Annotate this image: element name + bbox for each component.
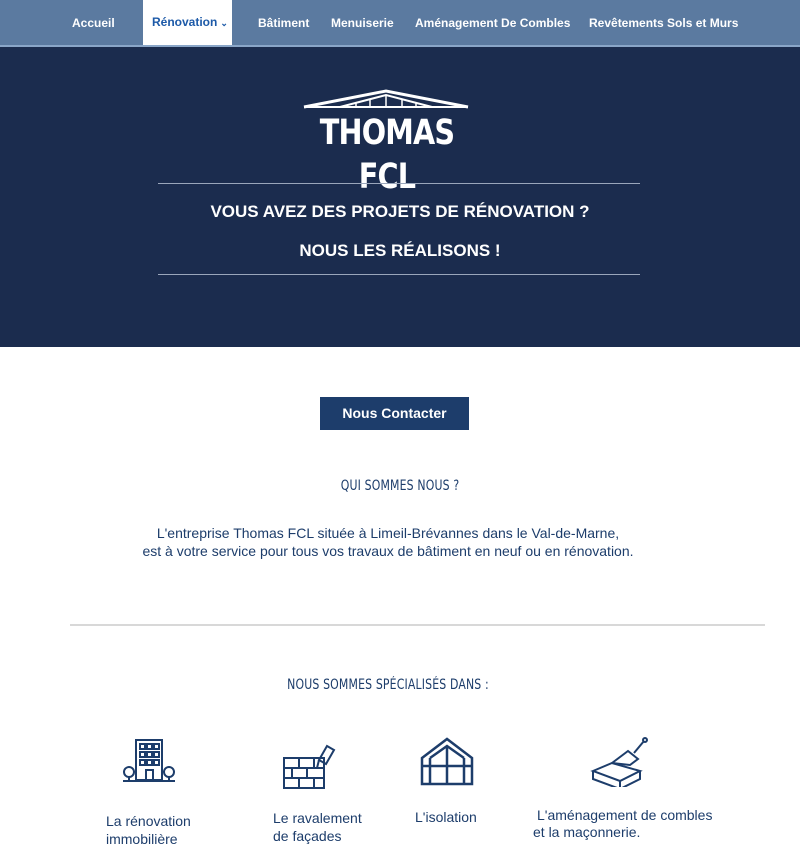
specialty-label-line-1: L'isolation [415, 809, 477, 825]
about-text-line-2: est à votre service pour tous vos travau… [142, 543, 634, 559]
hero-headline-1: VOUS AVEZ DES PROJETS DE RÉNOVATION ? [210, 202, 590, 221]
hero-banner: THOMAS FCL VOUS AVEZ DES PROJETS DE RÉNO… [0, 47, 800, 347]
nav-item-batiment[interactable]: Bâtiment [258, 0, 309, 46]
logo[interactable]: THOMAS FCL [300, 89, 472, 197]
about-text-line-1: L'entreprise Thomas FCL située à Limeil-… [156, 525, 620, 541]
nav-item-label: Rénovation [152, 15, 218, 29]
about-title: QUI SOMMES NOUS ? [340, 478, 460, 494]
logo-text: THOMAS FCL [319, 113, 455, 197]
hero-headline-2: NOUS LES RÉALISONS ! [299, 241, 501, 260]
top-navigation: Accueil Rénovation ⌄ Bâtiment Menuiserie … [0, 0, 800, 46]
hero-rule-top [158, 183, 640, 184]
specialty-label-line-2: immobilière [106, 831, 178, 846]
nav-item-label: Accueil [72, 16, 115, 30]
building-icon [123, 739, 175, 782]
nav-item-menuiserie[interactable]: Menuiserie [331, 0, 394, 46]
specialty-label-line-2: et la maçonnerie. [533, 824, 641, 840]
specialty-label-line-2: de façades [273, 828, 342, 844]
brick-wall-paint-icon [283, 744, 336, 789]
house-frame-icon [420, 737, 474, 786]
nav-item-amenagement-combles[interactable]: Aménagement De Combles [415, 0, 570, 46]
specialty-label-line-1: La rénovation [106, 813, 191, 829]
nav-item-accueil[interactable]: Accueil [72, 0, 115, 46]
specialty-label-line-1: Le ravalement [273, 810, 362, 826]
specialty-label-line-1: L'aménagement de combles [537, 807, 713, 823]
trowel-brick-icon [590, 737, 648, 787]
nav-item-label: Aménagement De Combles [415, 16, 571, 30]
specialties-title: NOUS SOMMES SPÉCIALISÉS DANS : [287, 677, 489, 693]
nav-item-renovation[interactable]: Rénovation ⌄ [143, 0, 232, 45]
nav-item-label: Revêtements Sols et Murs [589, 16, 739, 30]
nav-item-revetements[interactable]: Revêtements Sols et Murs [589, 0, 738, 46]
chevron-down-icon: ⌄ [220, 18, 228, 28]
hero-rule-bottom [158, 274, 640, 275]
section-divider [70, 624, 765, 626]
contact-button[interactable]: Nous Contacter [320, 397, 469, 430]
nav-item-label: Bâtiment [258, 16, 310, 30]
nav-item-label: Menuiserie [331, 16, 394, 30]
